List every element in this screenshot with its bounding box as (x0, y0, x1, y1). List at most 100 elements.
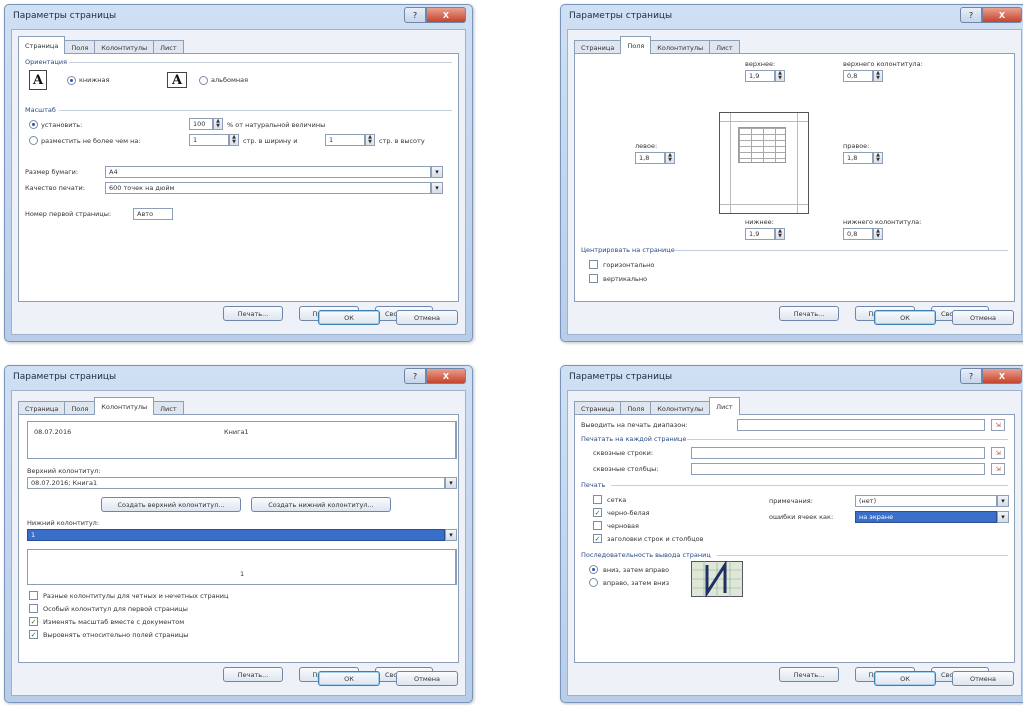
ok-button[interactable]: ОК (874, 310, 936, 325)
bottom-margin-label: нижнее: (745, 218, 774, 226)
tab-header-footer[interactable]: Колонтитулы (94, 397, 155, 415)
tab-margins[interactable]: Поля (64, 40, 96, 54)
odd-even-label: Разные колонтитулы для четных и нечетных… (43, 592, 229, 600)
chevron-down-icon[interactable]: ▾ (431, 166, 443, 178)
fit-width-spinner[interactable]: ▲ ▼ (229, 134, 239, 146)
print-button[interactable]: Печать... (779, 306, 839, 321)
ok-button[interactable]: ОК (318, 671, 380, 686)
close-button[interactable]: X (426, 7, 466, 23)
print-area-input[interactable] (737, 419, 985, 431)
down-then-over-radio[interactable] (589, 565, 598, 574)
tab-margins[interactable]: Поля (64, 401, 96, 415)
chevron-down-icon[interactable]: ▾ (445, 477, 457, 489)
draft-checkbox[interactable] (593, 521, 602, 530)
portrait-radio[interactable] (67, 76, 76, 85)
create-header-button[interactable]: Создать верхний колонтитул... (101, 497, 241, 512)
tab-page[interactable]: Страница (18, 401, 66, 415)
left-margin-spinner[interactable]: ▲ ▼ (665, 152, 675, 164)
range-select-icon[interactable]: ⇲ (991, 419, 1005, 431)
chevron-down-icon[interactable]: ▾ (445, 529, 457, 541)
tab-sheet[interactable]: Лист (709, 397, 740, 415)
first-page-input[interactable]: Авто (133, 208, 173, 220)
cancel-button[interactable]: Отмена (396, 671, 458, 686)
black-white-checkbox[interactable]: ✓ (593, 508, 602, 517)
help-button[interactable]: ? (404, 368, 426, 384)
tab-sheet[interactable]: Лист (153, 40, 184, 54)
cancel-button[interactable]: Отмена (952, 310, 1014, 325)
center-vertical-checkbox[interactable] (589, 274, 598, 283)
tab-header-footer[interactable]: Колонтитулы (650, 40, 711, 54)
tab-page[interactable]: Страница (18, 36, 66, 54)
odd-even-checkbox[interactable] (29, 591, 38, 600)
cancel-button[interactable]: Отмена (952, 671, 1014, 686)
bottom-margin-input[interactable]: 1,9 (745, 228, 775, 240)
ok-button[interactable]: ОК (874, 671, 936, 686)
scale-with-doc-checkbox[interactable]: ✓ (29, 617, 38, 626)
landscape-radio[interactable] (199, 76, 208, 85)
header-margin-input[interactable]: 0,8 (843, 70, 873, 82)
range-select-icon[interactable]: ⇲ (991, 463, 1005, 475)
tab-margins[interactable]: Поля (620, 36, 652, 54)
tab-header-footer[interactable]: Колонтитулы (650, 401, 711, 415)
help-button[interactable]: ? (960, 368, 982, 384)
headings-checkbox[interactable]: ✓ (593, 534, 602, 543)
cell-errors-select[interactable]: на экране (855, 511, 997, 523)
tab-header-footer[interactable]: Колонтитулы (94, 40, 155, 54)
paper-size-select[interactable]: А4 (105, 166, 431, 178)
fit-height-input[interactable]: 1 (325, 134, 365, 146)
cols-repeat-input[interactable] (691, 463, 985, 475)
tab-page[interactable]: Страница (574, 40, 622, 54)
tab-sheet[interactable]: Лист (709, 40, 740, 54)
print-button[interactable]: Печать... (779, 667, 839, 682)
footer-margin-input[interactable]: 0,8 (843, 228, 873, 240)
scale-spinner[interactable]: ▲ ▼ (213, 118, 223, 130)
scale-set-radio[interactable] (29, 120, 38, 129)
center-horizontal-checkbox[interactable] (589, 260, 598, 269)
right-margin-spinner[interactable]: ▲ ▼ (873, 152, 883, 164)
comments-select[interactable]: (нет) (855, 495, 997, 507)
help-button[interactable]: ? (404, 7, 426, 23)
scale-percent-input[interactable]: 100 (189, 118, 213, 130)
over-then-down-radio[interactable] (589, 578, 598, 587)
tab-margins[interactable]: Поля (620, 401, 652, 415)
chevron-down-icon[interactable]: ▾ (431, 182, 443, 194)
first-page-checkbox[interactable] (29, 604, 38, 613)
create-footer-button[interactable]: Создать нижний колонтитул... (251, 497, 391, 512)
scale-fit-radio[interactable] (29, 136, 38, 145)
top-margin-input[interactable]: 1,9 (745, 70, 775, 82)
close-button[interactable]: X (982, 7, 1022, 23)
footer-margin-spinner[interactable]: ▲ ▼ (873, 228, 883, 240)
header-select[interactable]: 08.07.2016; Книга1 (27, 477, 445, 489)
bottom-margin-spinner[interactable]: ▲ ▼ (775, 228, 785, 240)
right-margin-input[interactable]: 1,8 (843, 152, 873, 164)
left-margin-input[interactable]: 1,8 (635, 152, 665, 164)
close-button[interactable]: X (426, 368, 466, 384)
close-button[interactable]: X (982, 368, 1022, 384)
fit-width-input[interactable]: 1 (189, 134, 229, 146)
page-preview (719, 112, 809, 214)
help-button[interactable]: ? (960, 7, 982, 23)
gridlines-checkbox[interactable] (593, 495, 602, 504)
portrait-orientation-icon: A (29, 70, 47, 90)
tab-sheet[interactable]: Лист (153, 401, 184, 415)
fit-height-spinner[interactable]: ▲ ▼ (365, 134, 375, 146)
print-button[interactable]: Печать... (223, 667, 283, 682)
chevron-down-icon[interactable]: ▾ (997, 511, 1009, 523)
tab-strip: Страница Поля Колонтитулы Лист (574, 397, 740, 415)
ok-button[interactable]: ОК (318, 310, 380, 325)
print-quality-select[interactable]: 600 точек на дюйм (105, 182, 431, 194)
rows-repeat-input[interactable] (691, 447, 985, 459)
header-label: Верхний колонтитул: (27, 467, 101, 475)
print-button[interactable]: Печать... (223, 306, 283, 321)
print-group-label: Печать (581, 481, 606, 489)
footer-margin-label: нижнего колонтитула: (843, 218, 922, 226)
header-margin-spinner[interactable]: ▲ ▼ (873, 70, 883, 82)
range-select-icon[interactable]: ⇲ (991, 447, 1005, 459)
cancel-button[interactable]: Отмена (396, 310, 458, 325)
chevron-down-icon[interactable]: ▾ (997, 495, 1009, 507)
footer-select[interactable]: 1 (27, 529, 445, 541)
align-margins-checkbox[interactable]: ✓ (29, 630, 38, 639)
tab-page[interactable]: Страница (574, 401, 622, 415)
scale-set-label: установить: (41, 121, 83, 129)
top-margin-spinner[interactable]: ▲ ▼ (775, 70, 785, 82)
